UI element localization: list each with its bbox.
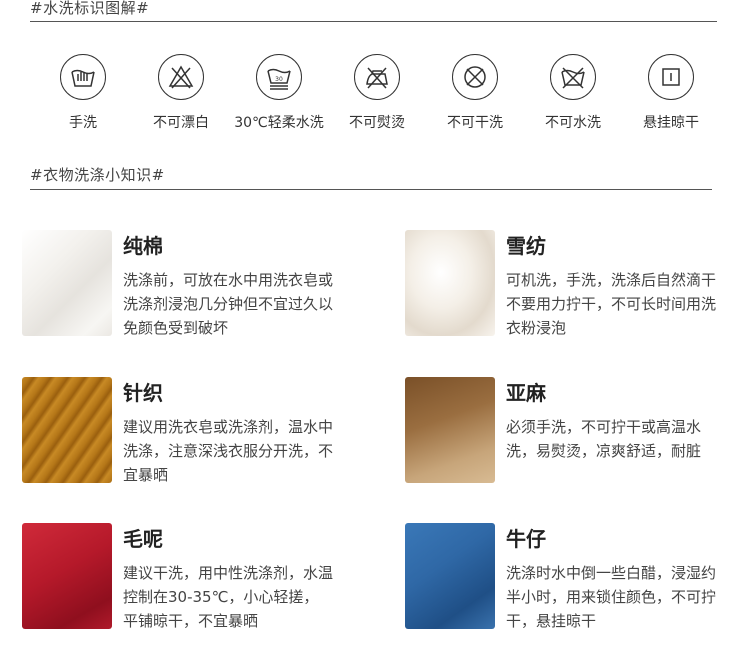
fabric-swatch-chiffon bbox=[405, 230, 495, 336]
fabric-swatch-denim bbox=[405, 523, 495, 629]
care-symbol-no-bleach: 不可漂白 bbox=[131, 54, 231, 132]
knowledge-section-title: #衣物洗涤小知识# bbox=[30, 166, 165, 184]
fabric-swatch-cotton bbox=[22, 230, 112, 336]
no-wash-icon bbox=[550, 54, 596, 100]
wash-temp-label: 30 bbox=[275, 76, 283, 83]
care-label: 30℃轻柔水洗 bbox=[234, 115, 324, 131]
fabric-name: 亚麻 bbox=[506, 381, 546, 405]
care-symbol-no-wash: 不可水洗 bbox=[523, 54, 623, 132]
fabric-description: 必须手洗，不可拧干或高温水洗，易熨烫，凉爽舒适，耐脏 bbox=[506, 418, 702, 460]
care-symbol-gentle-wash-30: 30 30℃轻柔水洗 bbox=[229, 54, 329, 132]
fabric-swatch-linen bbox=[405, 377, 495, 483]
no-iron-icon bbox=[354, 54, 400, 100]
care-label: 不可熨烫 bbox=[349, 115, 405, 131]
fabric-description: 可机洗，手洗，洗涤后自然滴干不要用力拧干，不可长时间用洗衣粉浸泡 bbox=[506, 271, 717, 337]
fabric-name: 针织 bbox=[123, 381, 163, 405]
fabric-description: 洗涤时水中倒一些白醋，浸湿约半小时，用来锁住颜色，不可拧干，悬挂晾干 bbox=[506, 564, 717, 630]
fabric-name: 毛呢 bbox=[123, 527, 163, 551]
wash-section-divider bbox=[30, 21, 717, 22]
hand-wash-icon bbox=[60, 54, 106, 100]
fabric-name: 牛仔 bbox=[506, 527, 546, 551]
fabric-card-knit: 针织 建议用洗衣皂或洗涤剂，温水中洗涤，注意深浅衣服分开洗，不宜暴晒 bbox=[22, 377, 342, 485]
care-label: 手洗 bbox=[69, 115, 97, 131]
wash-section-title: #水洗标识图解# bbox=[30, 0, 150, 17]
fabric-card-chiffon: 雪纺 可机洗，手洗，洗涤后自然滴干不要用力拧干，不可长时间用洗衣粉浸泡 bbox=[405, 230, 725, 338]
gentle-wash-30-icon: 30 bbox=[256, 54, 302, 100]
care-symbol-hand-wash: 手洗 bbox=[33, 54, 133, 132]
care-label: 不可干洗 bbox=[447, 115, 503, 131]
no-bleach-icon bbox=[158, 54, 204, 100]
care-symbol-no-iron: 不可熨烫 bbox=[327, 54, 427, 132]
fabric-card-wool: 毛呢 建议干洗，用中性洗涤剂，水温控制在30-35℃，小心轻搓，平铺晾干，不宜暴… bbox=[22, 523, 342, 631]
no-dry-clean-icon bbox=[452, 54, 498, 100]
fabric-description: 建议干洗，用中性洗涤剂，水温控制在30-35℃，小心轻搓，平铺晾干，不宜暴晒 bbox=[123, 564, 334, 630]
fabric-description: 建议用洗衣皂或洗涤剂，温水中洗涤，注意深浅衣服分开洗，不宜暴晒 bbox=[123, 418, 334, 484]
care-label: 不可水洗 bbox=[545, 115, 601, 131]
fabric-card-linen: 亚麻 必须手洗，不可拧干或高温水洗，易熨烫，凉爽舒适，耐脏 bbox=[405, 377, 725, 485]
fabric-name: 纯棉 bbox=[123, 234, 163, 258]
care-label: 不可漂白 bbox=[153, 115, 209, 131]
care-symbol-line-dry: 悬挂晾干 bbox=[621, 54, 721, 132]
fabric-card-denim: 牛仔 洗涤时水中倒一些白醋，浸湿约半小时，用来锁住颜色，不可拧干，悬挂晾干 bbox=[405, 523, 725, 631]
fabric-swatch-knit bbox=[22, 377, 112, 483]
fabric-name: 雪纺 bbox=[506, 234, 546, 258]
care-label: 悬挂晾干 bbox=[643, 115, 699, 131]
fabric-swatch-wool bbox=[22, 523, 112, 629]
care-symbol-no-dry-clean: 不可干洗 bbox=[425, 54, 525, 132]
fabric-card-cotton: 纯棉 洗涤前，可放在水中用洗衣皂或洗涤剂浸泡几分钟但不宜过久以免颜色受到破坏 bbox=[22, 230, 342, 338]
knowledge-section-divider bbox=[30, 189, 712, 190]
fabric-description: 洗涤前，可放在水中用洗衣皂或洗涤剂浸泡几分钟但不宜过久以免颜色受到破坏 bbox=[123, 271, 334, 337]
line-dry-icon bbox=[648, 54, 694, 100]
